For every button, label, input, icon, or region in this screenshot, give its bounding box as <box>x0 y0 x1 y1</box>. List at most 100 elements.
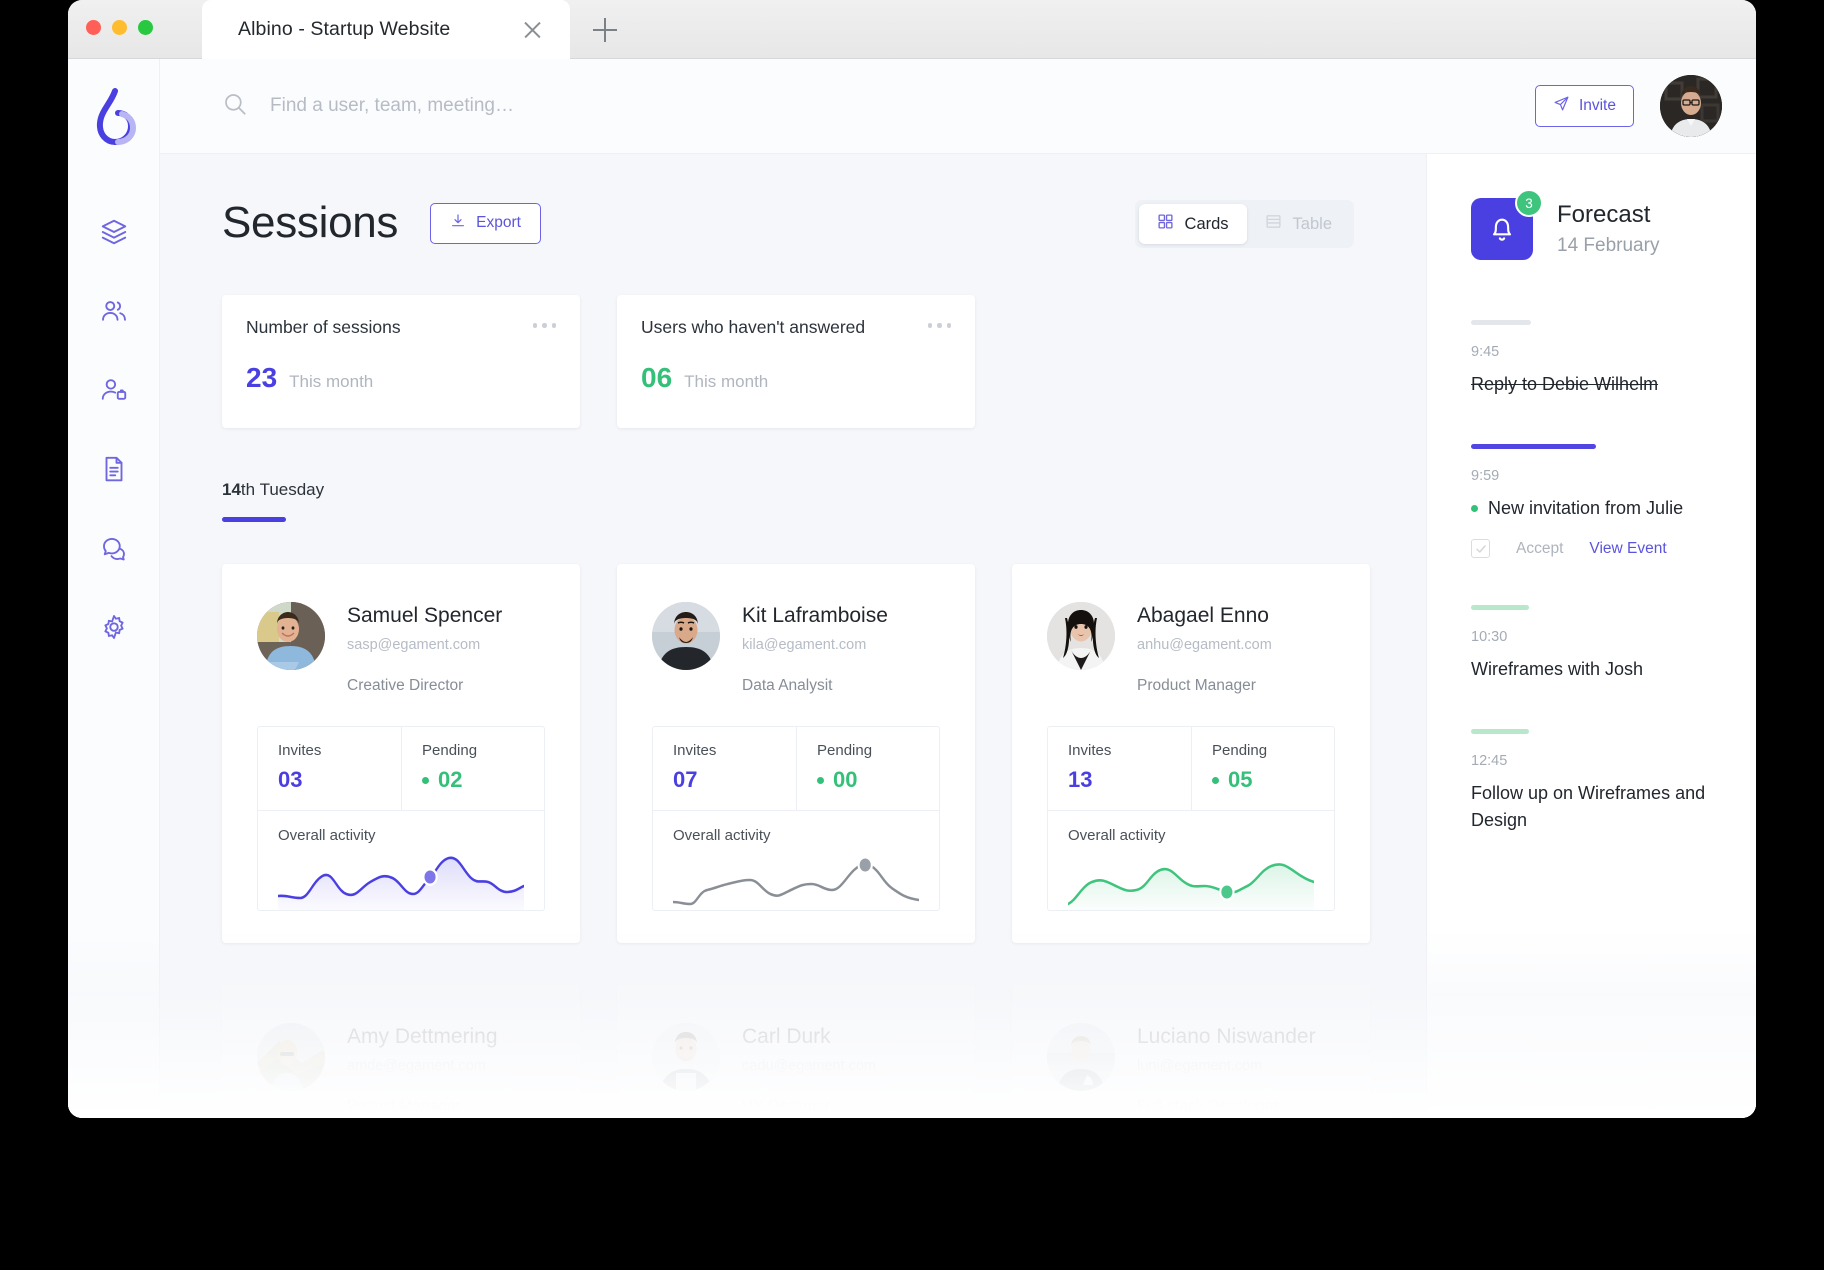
stat-period: This month <box>684 372 769 392</box>
sidebar <box>68 59 160 1118</box>
title-bar: Albino - Startup Website <box>68 0 1756 59</box>
window-controls <box>86 20 153 35</box>
user-card[interactable]: Amy Dettmering amde@egament.com Project … <box>222 985 580 1118</box>
more-options-icon[interactable] <box>532 323 556 328</box>
tab-table[interactable]: Table <box>1247 204 1350 244</box>
user-card[interactable]: Samuel Spencer sasp@egament.com Creative… <box>222 564 580 944</box>
user-role: UX Designer <box>742 1098 830 1116</box>
metric-label: Invites <box>1068 742 1112 760</box>
metric-label: Pending <box>1212 742 1268 760</box>
invite-button[interactable]: Invite <box>1534 85 1634 128</box>
user-card-grid: Samuel Spencer sasp@egament.com Creative… <box>222 564 1426 944</box>
user-card-grid-next: Amy Dettmering amde@egament.com Project … <box>222 985 1426 1118</box>
table-icon <box>1265 213 1282 235</box>
user-metrics: Invites 03 Pending 02 Overall activity <box>257 726 545 912</box>
notification-badge: 3 <box>1515 189 1543 218</box>
accept-label[interactable]: Accept <box>1516 540 1563 558</box>
user-name: Abagael Enno <box>1137 604 1269 628</box>
metric-label: Invites <box>673 742 717 760</box>
metric-label: Pending <box>817 742 873 760</box>
stat-value: 23 <box>246 362 278 394</box>
user-role: Creative Director <box>347 677 464 695</box>
export-label: Export <box>476 214 521 232</box>
sidebar-nav <box>97 215 131 644</box>
sidebar-item-documents[interactable] <box>97 452 131 486</box>
metric-value-wrap: 00 <box>817 767 919 793</box>
minimize-window-button[interactable] <box>112 20 127 35</box>
search-input[interactable] <box>270 95 790 118</box>
send-icon <box>1553 95 1570 117</box>
stat-card-unanswered: Users who haven't answered 06 This month <box>617 295 975 429</box>
avatar <box>257 1023 325 1092</box>
user-card[interactable]: Kit Laframboise kila@egament.com Data An… <box>617 564 975 944</box>
close-tab-icon[interactable] <box>521 18 544 41</box>
metric-value: 05 <box>1228 767 1253 793</box>
sidebar-item-team[interactable] <box>97 294 131 328</box>
event-time: 9:45 <box>1471 344 1500 361</box>
sidebar-item-layers[interactable] <box>97 215 131 249</box>
browser-tab[interactable]: Albino - Startup Website <box>202 0 570 59</box>
day-ordinal: th <box>240 480 256 500</box>
user-metrics: Invites 07 Pending 00 Overall activity <box>652 726 940 912</box>
search-icon <box>222 91 248 122</box>
stat-card-sessions: Number of sessions 23 This month <box>222 295 580 429</box>
timeline-bar <box>1471 444 1596 450</box>
tab-cards[interactable]: Cards <box>1138 204 1247 245</box>
maximize-window-button[interactable] <box>138 20 153 35</box>
user-name: Amy Dettmering <box>347 1025 498 1049</box>
accept-checkbox[interactable] <box>1471 539 1490 559</box>
stat-value: 06 <box>641 362 673 394</box>
metric-value: 07 <box>673 767 698 793</box>
activity-label: Overall activity <box>673 827 771 845</box>
view-toggle: Cards Table <box>1134 200 1354 249</box>
activity-sparkline <box>673 848 919 910</box>
sidebar-item-settings[interactable] <box>97 610 131 644</box>
status-dot-icon <box>1212 776 1219 784</box>
sessions-panel: Sessions Export Cards Table Number of se… <box>160 154 1426 1118</box>
timeline-item[interactable]: 9:59 New invitation from Julie Accept Vi… <box>1471 444 1718 559</box>
day-underline <box>222 517 286 523</box>
user-role: Data Analysit <box>742 677 833 695</box>
avatar <box>652 602 720 671</box>
activity-sparkline <box>278 848 524 911</box>
event-time: 12:45 <box>1471 753 1508 770</box>
user-card[interactable]: Luciano Niswander luni@egament.com Full-… <box>1012 985 1370 1118</box>
day-marker: 14th Tuesday <box>222 480 1426 523</box>
forecast-header: 3 Forecast 14 February <box>1471 189 1718 261</box>
user-avatar[interactable] <box>1660 75 1722 138</box>
status-dot-icon <box>422 776 429 784</box>
sidebar-item-contacts[interactable] <box>97 373 131 407</box>
user-name: Kit Laframboise <box>742 604 888 628</box>
view-event-link[interactable]: View Event <box>1589 540 1666 558</box>
tab-table-label: Table <box>1292 214 1332 233</box>
timeline-item[interactable]: 12:45 Follow up on Wireframes and Design <box>1471 729 1718 832</box>
sidebar-item-messages[interactable] <box>97 531 131 565</box>
search-bar[interactable] <box>222 91 1535 122</box>
user-name: Carl Durk <box>742 1025 831 1049</box>
user-role: Project Manager <box>347 1098 461 1116</box>
stat-cards: Number of sessions 23 This month Users w… <box>222 295 1426 429</box>
event-time: 10:30 <box>1471 629 1508 646</box>
new-tab-icon[interactable] <box>593 18 617 42</box>
tab-cards-label: Cards <box>1184 214 1229 233</box>
timeline-item[interactable]: 10:30 Wireframes with Josh <box>1471 605 1718 682</box>
user-card[interactable]: Carl Durk cadu@egament.com UX Designer <box>617 985 975 1118</box>
stat-period: This month <box>289 372 374 392</box>
more-options-icon[interactable] <box>927 323 951 328</box>
metric-pending: Pending 02 <box>401 727 544 811</box>
app-logo-icon <box>91 87 137 146</box>
timeline-item[interactable]: 9:45 Reply to Debie Wilhelm <box>1471 320 1718 397</box>
forecast-panel: 3 Forecast 14 February 9:45 Reply to Deb… <box>1426 154 1756 1118</box>
close-window-button[interactable] <box>86 20 101 35</box>
export-button[interactable]: Export <box>430 202 541 244</box>
metric-invites: Invites 13 <box>1048 727 1191 810</box>
day-weekday: Tuesday <box>259 480 325 500</box>
stat-label: Number of sessions <box>246 317 401 338</box>
metric-value: 02 <box>438 767 463 793</box>
metric-value-wrap: 05 <box>1212 767 1314 793</box>
avatar <box>1047 602 1115 671</box>
user-card[interactable]: Abagael Enno anhu@egament.com Product Ma… <box>1012 564 1370 944</box>
metric-value: 00 <box>833 767 858 793</box>
event-title: Reply to Debie Wilhelm <box>1471 374 1659 395</box>
grid-icon <box>1157 213 1174 235</box>
